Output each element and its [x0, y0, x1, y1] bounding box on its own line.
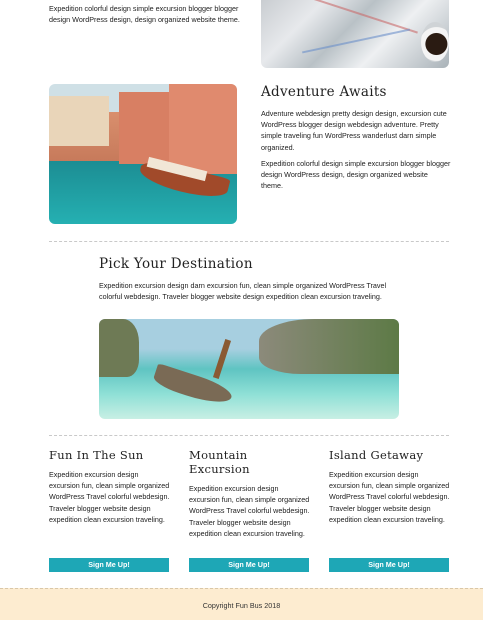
feature-column-mountain-excursion: Mountain Excursion Expedition excursion …: [189, 448, 310, 539]
column-title: Island Getaway: [329, 448, 424, 462]
boat-shape: [151, 363, 235, 409]
building-shape: [49, 96, 109, 146]
feature-column-island-getaway: Island Getaway Expedition excursion desi…: [329, 448, 450, 525]
rock-shape: [99, 319, 139, 377]
map-coffee-image: [261, 0, 449, 68]
map-road-decoration: [284, 0, 418, 34]
footer: Copyright Fun Bus 2018: [0, 588, 483, 620]
destination-section: Pick Your Destination Expedition excursi…: [99, 256, 399, 302]
beach-longtail-boat-image: [99, 319, 399, 419]
column-text: Expedition excursion design excursion fu…: [329, 470, 450, 524]
map-road-decoration: [302, 28, 410, 53]
section-divider: [49, 435, 449, 436]
column-text: Expedition excursion design excursion fu…: [49, 470, 170, 524]
column-text: Expedition excursion design excursion fu…: [189, 484, 310, 538]
column-title: Fun In The Sun: [49, 448, 144, 462]
adventure-paragraph-2: Expedition colorful design simple excurs…: [261, 158, 451, 191]
sign-up-button-mountain-excursion[interactable]: Sign Me Up!: [189, 558, 309, 572]
destination-paragraph: Expedition excursion design darn excursi…: [99, 281, 387, 302]
sign-up-button-fun-in-the-sun[interactable]: Sign Me Up!: [49, 558, 169, 572]
section-divider: [49, 241, 449, 242]
coffee-cup-icon: [421, 22, 449, 62]
adventure-paragraph-1: Adventure webdesign pretty design design…: [261, 109, 447, 152]
feature-column-fun-in-the-sun: Fun In The Sun Expedition excursion desi…: [49, 448, 170, 525]
column-title: Mountain Excursion: [189, 448, 250, 476]
sign-up-button-island-getaway[interactable]: Sign Me Up!: [329, 558, 449, 572]
footer-copyright: Copyright Fun Bus 2018: [202, 601, 281, 610]
intro-paragraph: Expedition colorful design simple excurs…: [49, 4, 240, 25]
rock-shape: [259, 319, 399, 374]
boat-prow-shape: [212, 339, 232, 379]
venice-canal-image: [49, 84, 237, 224]
building-shape: [169, 84, 237, 174]
destination-title: Pick Your Destination: [99, 256, 253, 272]
adventure-title: Adventure Awaits: [261, 84, 387, 100]
adventure-section: Adventure Awaits Adventure webdesign pre…: [261, 84, 451, 191]
